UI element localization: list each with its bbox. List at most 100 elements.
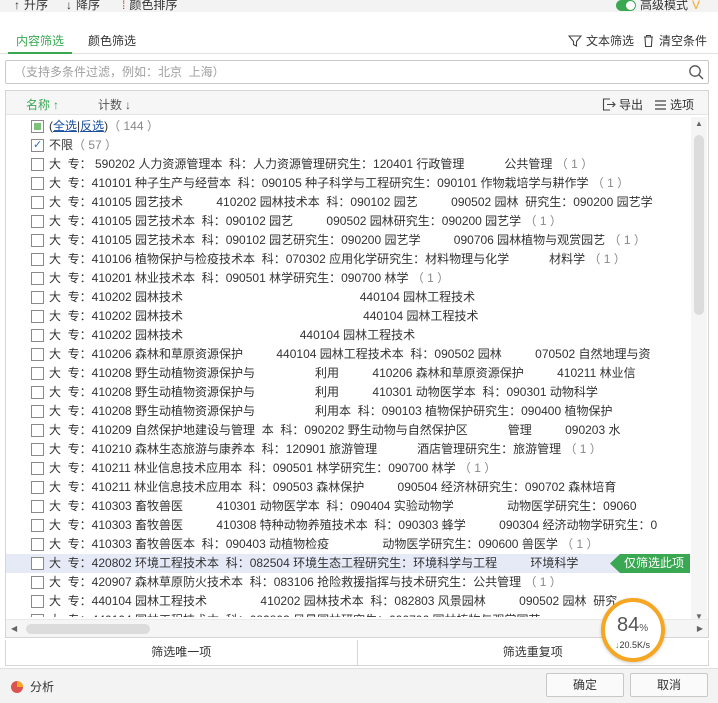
list-item[interactable]: 大 专：410106 植物保护与检疫技术本 科：070302 应用化学研究生：材…: [6, 250, 690, 269]
sort-by-count-button[interactable]: 计数 ↓: [98, 96, 131, 113]
list-item[interactable]: 大 专：410202 园林技术 440104 园林工程技术: [6, 326, 690, 345]
gauge-percent-unit: %: [639, 623, 649, 634]
item-label: 大 专：440104 园林工程技术本 科：082803 风景园林研究生：0907…: [49, 611, 540, 617]
item-checkbox[interactable]: [31, 500, 44, 513]
list-item[interactable]: 大 专：410201 林业技术本 科：090501 林学研究生：090700 林…: [6, 269, 690, 288]
item-count: （ 1 ）: [608, 233, 646, 247]
item-checkbox[interactable]: [31, 367, 44, 380]
list-item[interactable]: 大 专：410206 森林和草原资源保护 440104 园林工程技术本 科：09…: [6, 345, 690, 364]
item-checkbox[interactable]: [31, 481, 44, 494]
search-icon[interactable]: [688, 64, 704, 80]
item-text: 大 专：410201 林业技术本 科：090501 林学研究生：090700 林…: [49, 271, 412, 285]
advanced-mode[interactable]: 高级模式 V: [640, 0, 700, 12]
select-all-link[interactable]: 全选: [53, 119, 77, 133]
item-checkbox[interactable]: [31, 519, 44, 532]
list-item[interactable]: 大 专：410303 畜牧兽医 410301 动物医学本 科：090404 实验…: [6, 497, 690, 516]
item-checkbox[interactable]: [31, 386, 44, 399]
invert-selection-link[interactable]: 反选: [80, 119, 104, 133]
list-item[interactable]: 大 专：410202 园林技术 440104 园林工程技术: [6, 307, 690, 326]
item-checkbox[interactable]: [31, 348, 44, 361]
item-label: 大 专：410211 林业信息技术应用本 科：090503 森林保护 09050…: [49, 478, 616, 497]
item-checkbox[interactable]: [31, 234, 44, 247]
item-checkbox[interactable]: [31, 177, 44, 190]
select-all-checkbox[interactable]: [31, 120, 44, 133]
item-text: 大 专：420802 环境工程技术本 科：082504 环境生态工程研究生：环境…: [49, 556, 582, 570]
item-checkbox[interactable]: [31, 196, 44, 209]
list-item[interactable]: 大 专：420802 环境工程技术本 科：082504 环境生态工程研究生：环境…: [6, 554, 690, 573]
item-checkbox[interactable]: [31, 272, 44, 285]
list-item[interactable]: 大 专：420907 森林草原防火技术本 科：083106 抢险救援指挥与技术研…: [6, 573, 690, 592]
item-checkbox[interactable]: [31, 424, 44, 437]
scroll-up-icon[interactable]: ▲: [695, 119, 703, 128]
cancel-button[interactable]: 取消: [630, 673, 708, 697]
item-text: 大 专：410208 野生动植物资源保护与 利用本 科：090103 植物保护研…: [49, 404, 613, 418]
list-item[interactable]: 不限（ 57 ）: [6, 136, 690, 155]
progress-gauge: 84% ↓20.5K/s: [601, 598, 665, 662]
item-text: 大 专：410208 野生动植物资源保护与 利用 410301 动物医学本 科：…: [49, 385, 598, 399]
tab-color-filter[interactable]: 颜色筛选: [88, 32, 136, 49]
list-item[interactable]: 大 专：410211 林业信息技术应用本 科：090503 森林保护 09050…: [6, 478, 690, 497]
item-checkbox[interactable]: [31, 291, 44, 304]
item-checkbox[interactable]: [31, 443, 44, 456]
item-checkbox[interactable]: [31, 329, 44, 342]
tab-content-filter[interactable]: 内容筛选: [7, 32, 73, 54]
item-label: 大 专：410208 野生动植物资源保护与 利用 410206 森林和草原资源保…: [49, 364, 636, 383]
search-input[interactable]: [6, 61, 666, 83]
item-checkbox[interactable]: [31, 158, 44, 171]
vip-icon: V: [692, 0, 701, 12]
scroll-right-icon[interactable]: ▶: [697, 624, 703, 633]
list-item[interactable]: 大 专：410105 园艺技术 410202 园林技术本 科：090102 园艺…: [6, 193, 690, 212]
item-checkbox[interactable]: [31, 538, 44, 551]
list-item[interactable]: 大 专：440104 园林工程技术本 科：082803 风景园林研究生：0907…: [6, 611, 690, 617]
sort-asc-button[interactable]: ↑ 升序: [14, 0, 48, 12]
vertical-scrollbar[interactable]: ▲ ▼: [691, 117, 707, 623]
vertical-scroll-thumb[interactable]: [694, 135, 704, 315]
text-filter-button[interactable]: 文本筛选: [568, 32, 634, 49]
list-item[interactable]: 大 专：410105 园艺技术本 科：090102 园艺 090502 园林研究…: [6, 212, 690, 231]
item-checkbox[interactable]: [31, 310, 44, 323]
item-text: 大 专：410202 园林技术 440104 园林工程技术: [49, 328, 416, 342]
color-sort-button[interactable]: ⁞ 颜色排序: [122, 0, 177, 12]
clear-conditions-button[interactable]: 清空条件: [642, 32, 707, 49]
list-header: 名称 ↑ 计数 ↓ 导出 选项: [6, 91, 708, 115]
options-button[interactable]: 选项: [654, 96, 694, 113]
list-item[interactable]: 大 专：410303 畜牧兽医本 科：090403 动植物检疫 动物医学研究生：…: [6, 535, 690, 554]
advanced-mode-label: 高级模式: [640, 0, 689, 12]
filter-unique-button[interactable]: 筛选唯一项: [6, 640, 357, 665]
list-item[interactable]: 大 专：410210 森林生态旅游与康养本 科：120901 旅游管理 酒店管理…: [6, 440, 690, 459]
item-checkbox[interactable]: [31, 557, 44, 570]
scroll-left-icon[interactable]: ◀: [11, 624, 17, 633]
list-item[interactable]: 大 专：410208 野生动植物资源保护与 利用 410206 森林和草原资源保…: [6, 364, 690, 383]
list-item[interactable]: 大 专：410105 园艺技术本 科：090102 园艺研究生：090200 园…: [6, 231, 690, 250]
sort-desc-button[interactable]: ↓ 降序: [66, 0, 100, 12]
list-item[interactable]: 大 专：410209 自然保护地建设与管理 本 科：090202 野生动物与自然…: [6, 421, 690, 440]
trash-icon: [644, 34, 653, 47]
item-checkbox[interactable]: [31, 462, 44, 475]
advanced-mode-toggle[interactable]: [616, 0, 636, 11]
item-count: （ 1 ）: [555, 157, 594, 171]
item-checkbox[interactable]: [31, 215, 44, 228]
filter-only-this-button[interactable]: 仅筛选此项: [609, 554, 690, 573]
item-checkbox[interactable]: [31, 595, 44, 608]
list-item[interactable]: 大 专：410101 种子生产与经营本 科：090105 种子科学与工程研究生：…: [6, 174, 690, 193]
list-item[interactable]: 大 专：410208 野生动植物资源保护与 利用本 科：090103 植物保护研…: [6, 402, 690, 421]
export-button[interactable]: 导出: [602, 96, 643, 113]
ok-button[interactable]: 确定: [546, 673, 624, 697]
list-item[interactable]: 大 专：410303 畜牧兽医 410308 特种动物养殖技术本 科：09030…: [6, 516, 690, 535]
arrow-down-icon: ↓: [125, 97, 132, 112]
list-item[interactable]: 大 专：410208 野生动植物资源保护与 利用 410301 动物医学本 科：…: [6, 383, 690, 402]
item-checkbox[interactable]: [31, 576, 44, 589]
item-checkbox[interactable]: [31, 136, 44, 155]
item-checkbox[interactable]: [31, 253, 44, 266]
sort-by-name-button[interactable]: 名称 ↑: [26, 96, 59, 113]
item-checkbox[interactable]: [31, 614, 44, 617]
list-item[interactable]: 大 专：440104 园林工程技术 410202 园林技术本 科：082803 …: [6, 592, 690, 611]
item-checkbox[interactable]: [31, 405, 44, 418]
list-item[interactable]: 大 专：410202 园林技术 440104 园林工程技术: [6, 288, 690, 307]
list-item[interactable]: 大 专：410211 林业信息技术应用本 科：090501 林学研究生：0907…: [6, 459, 690, 478]
dialog-footer: 分析 确定 取消: [0, 668, 718, 703]
analyze-button[interactable]: 分析: [10, 678, 54, 695]
horizontal-scroll-thumb[interactable]: [26, 624, 150, 634]
list-item[interactable]: 大 专： 590202 人力资源管理本 科：人力资源管理研究生：120401 行…: [6, 155, 690, 174]
item-text: 大 专：410106 植物保护与检疫技术本 科：070302 应用化学研究生：材…: [49, 252, 589, 266]
